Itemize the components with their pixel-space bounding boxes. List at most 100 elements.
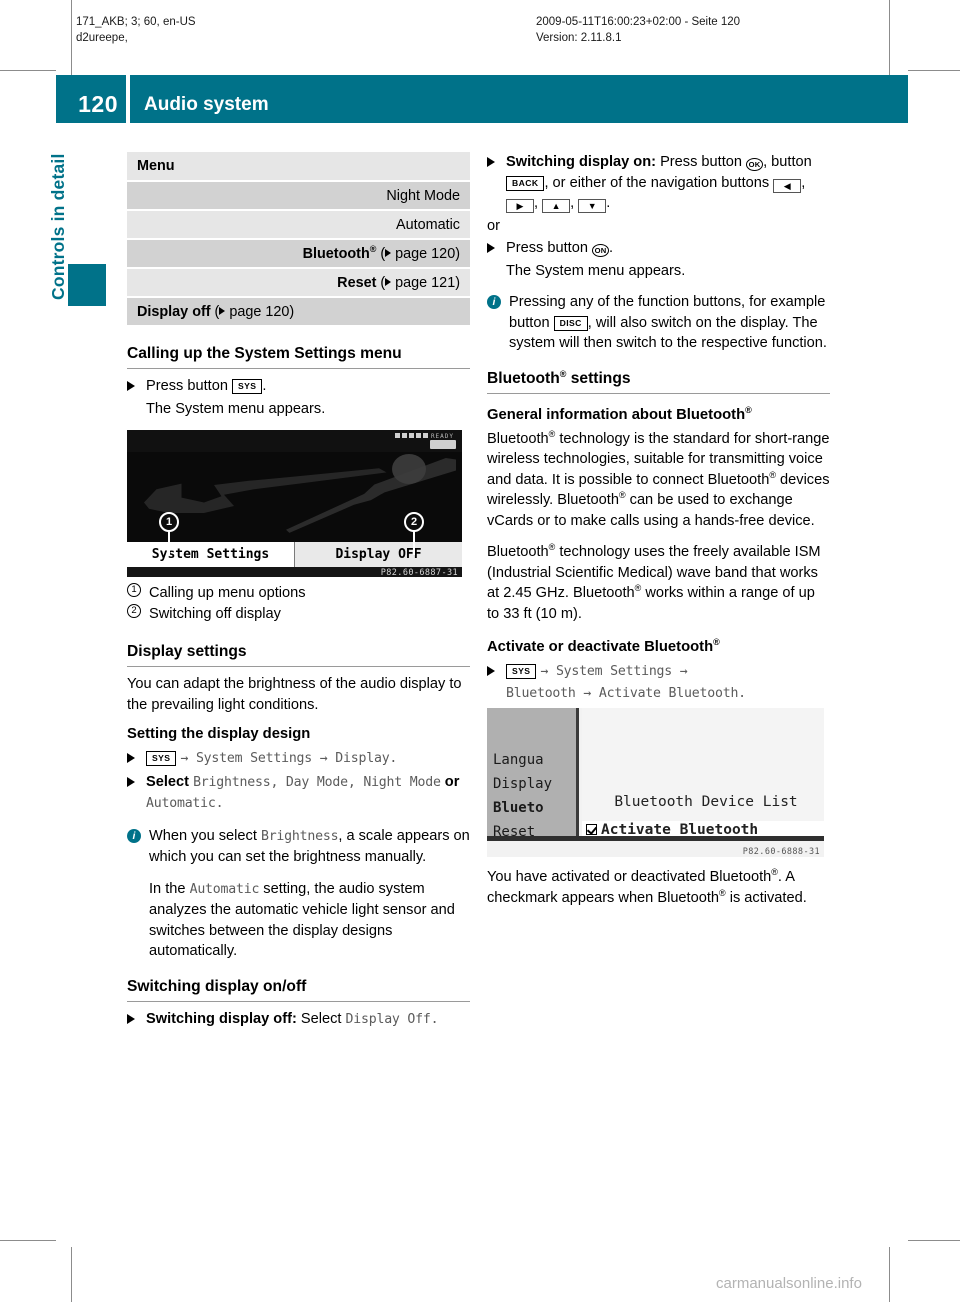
- note-function-buttons: i Pressing any of the function buttons, …: [487, 292, 830, 354]
- callout-marker-1: 1: [159, 512, 179, 532]
- menu-path-line1: → System Settings →: [540, 664, 688, 679]
- figure1-code: P82.60-6887-31: [380, 568, 458, 577]
- select-or: or: [444, 773, 460, 790]
- registered-mark: ®: [369, 243, 377, 254]
- right-column: Switching display on: Press button OK, b…: [487, 152, 830, 919]
- step-arrow-icon: [487, 243, 495, 253]
- legend-text-1: Calling up menu options: [149, 585, 306, 601]
- step-text: Press button: [506, 240, 588, 256]
- menu-row-night-mode: Night Mode: [127, 181, 470, 210]
- screen-menu-item-bluetooth: Blueto: [493, 800, 544, 816]
- legend-item-1: 1 Calling up menu options: [127, 583, 470, 604]
- step-arrow-icon: [487, 666, 495, 676]
- table-row-header: Menu: [127, 152, 470, 181]
- step-mono-display-off: Display Off.: [345, 1011, 439, 1027]
- screwdriver-handle-icon: [392, 454, 426, 484]
- media-slot-icon: [430, 440, 456, 449]
- step-text: Select: [300, 1010, 342, 1027]
- disc-key-icon: DISC: [553, 315, 588, 331]
- callout-leader-2: [413, 530, 415, 555]
- nav-left-key-icon: ◀: [773, 178, 802, 193]
- meta-doc-id: 171_AKB; 3; 60, en-US: [76, 16, 196, 28]
- screen-mock-system-settings: READY 1 2 System Settings Display OFF P8…: [127, 430, 462, 577]
- table-row: Reset ( page 121): [127, 268, 470, 297]
- menu-path-display: → System Settings → Display.: [180, 751, 398, 766]
- screen-menu-sidebar: Langua Display Blueto Reset: [487, 708, 579, 841]
- nav-right-key-icon: ▶: [506, 199, 534, 213]
- step-arrow-icon: [127, 1013, 135, 1024]
- menu-row-reset: Reset ( page 121): [127, 268, 470, 297]
- crop-mark-bottom-right-h: [908, 1240, 960, 1241]
- step-arrow-icon: [127, 381, 135, 391]
- heading-activate-deactivate-bluetooth: Activate or deactivate Bluetooth®: [487, 637, 720, 655]
- menu-row-display-off-ref: page 120: [229, 303, 290, 320]
- info-icon: i: [127, 828, 141, 843]
- menu-path-line2: Bluetooth → Activate Bluetooth.: [506, 685, 746, 701]
- screen-option-device-list: Bluetooth Device List: [614, 794, 798, 810]
- crop-mark-top-left-v: [71, 0, 72, 76]
- step-switching-display-off: Switching display off: Select Display Of…: [127, 1009, 470, 1031]
- step-bold-label: Switching display on:: [506, 154, 656, 170]
- step-text-a: Press button: [660, 154, 742, 170]
- legend-text-2: Switching off display: [149, 606, 281, 622]
- signal-bars-icon: [395, 433, 428, 438]
- meta-left-block: 171_AKB; 3; 60, en-US d2ureepe,: [76, 14, 196, 46]
- step-arrow-icon: [127, 753, 135, 763]
- heading-display-settings: Display settings: [127, 643, 470, 667]
- figure-bluetooth-menu-screen: Langua Display Blueto Reset Bluetooth De…: [487, 708, 824, 857]
- back-key-icon: BACK: [506, 175, 545, 191]
- step-text-c: , or either of the navigation buttons: [544, 174, 770, 191]
- page-ref-triangle-icon: [219, 306, 226, 315]
- menu-row-display-off: Display off ( page 120): [127, 297, 470, 326]
- select-options-b: Automatic.: [146, 796, 224, 811]
- status-ready-text: READY: [430, 433, 454, 440]
- page-ref-triangle-icon: [385, 248, 392, 257]
- menu-row-automatic: Automatic: [127, 210, 470, 239]
- crop-mark-bottom-left-v: [71, 1247, 72, 1302]
- step-path-bluetooth: SYS → System Settings → Bluetooth → Acti…: [487, 661, 830, 704]
- note-mono-automatic: Automatic: [189, 881, 260, 897]
- chapter-label: Controls in detail: [48, 153, 68, 300]
- ok-key-icon: OK: [746, 158, 764, 171]
- checkbox-checked-icon: [586, 824, 597, 835]
- screen-button-row: System Settings Display OFF: [127, 542, 462, 567]
- screen-status-bar: READY: [127, 430, 462, 452]
- watermark: carmanualsonline.info: [716, 1275, 862, 1292]
- para-bluetooth-ism-band: Bluetooth® technology uses the freely av…: [487, 542, 821, 622]
- note-brightness-para-1: When you select Brightness, a scale appe…: [149, 826, 470, 868]
- step-arrow-icon: [487, 157, 495, 167]
- menu-row-bluetooth-label: Bluetooth: [302, 245, 370, 262]
- heading-general-information-bluetooth: General information about Bluetooth®: [487, 404, 752, 423]
- note-brightness: i When you select Brightness, a scale ap…: [127, 826, 470, 962]
- sys-key-icon: SYS: [232, 379, 263, 394]
- table-row: Bluetooth® ( page 120): [127, 239, 470, 268]
- menu-row-reset-ref: page 121: [395, 274, 456, 291]
- legend-number-2-icon: 2: [127, 604, 141, 618]
- legend-item-2: 2 Switching off display: [127, 604, 470, 625]
- heading-setting-display-design: Setting the display design: [127, 726, 311, 742]
- or-separator: or: [487, 217, 500, 234]
- para-brightness-intro: You can adapt the brightness of the audi…: [127, 676, 462, 713]
- step-select-display-mode: Select Brightness, Day Mode, Night Mode …: [127, 772, 470, 815]
- legend-number-1-icon: 1: [127, 583, 141, 597]
- sys-key-icon: SYS: [146, 751, 177, 766]
- meta-user-id: d2ureepe,: [76, 32, 128, 44]
- screen-bottom-bar: P82.60-6887-31: [127, 567, 462, 577]
- left-column: Menu Night Mode Automatic Bluetooth® ( p…: [127, 152, 470, 1032]
- step-bold-label: Switching display off:: [146, 1010, 297, 1027]
- step-press-on-button: Press button ON.: [487, 238, 830, 259]
- figure-system-settings-screen: READY 1 2 System Settings Display OFF P8…: [127, 430, 470, 577]
- heading-switching-display-on-off: Switching display on/off: [127, 978, 470, 1002]
- para-activation-result: You have activated or deactivated Blueto…: [487, 867, 807, 906]
- page-title: Audio system: [130, 75, 908, 123]
- step-path-display: SYS → System Settings → Display.: [127, 748, 470, 770]
- note-text-pre: When you select: [149, 827, 257, 844]
- table-row: Night Mode: [127, 181, 470, 210]
- select-label: Select: [146, 773, 189, 790]
- crop-mark-bottom-left-h: [0, 1240, 56, 1241]
- figure2-code: P82.60-6888-31: [742, 847, 820, 857]
- screen-button-system-settings: System Settings: [127, 542, 295, 567]
- callout-leader-1: [168, 530, 170, 555]
- screen-menu-item-language: Langua: [493, 752, 544, 768]
- sys-key-icon: SYS: [506, 664, 537, 679]
